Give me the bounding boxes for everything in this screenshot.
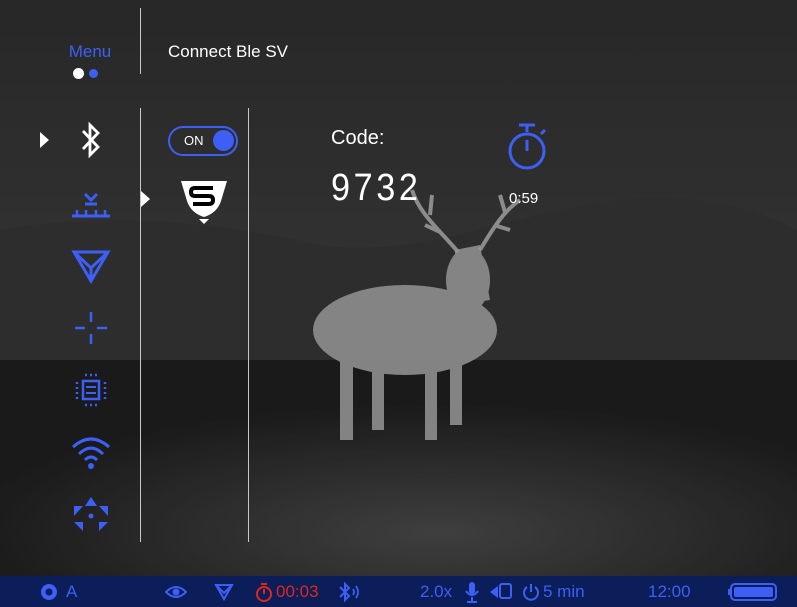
menu-item-expand[interactable] bbox=[65, 492, 117, 536]
distance-icon bbox=[72, 192, 110, 218]
microphone-status bbox=[464, 576, 480, 607]
menu-selection-arrow bbox=[40, 132, 49, 148]
column-divider-2 bbox=[248, 108, 249, 542]
column-divider-1 bbox=[140, 108, 141, 542]
page-indicator bbox=[73, 68, 113, 80]
ble-toggle[interactable]: ON bbox=[168, 126, 238, 156]
recording-timer-value: 00:03 bbox=[276, 581, 319, 601]
menu-item-wifi[interactable] bbox=[65, 430, 117, 474]
header-divider bbox=[140, 8, 141, 74]
bluetooth-status bbox=[338, 576, 362, 607]
status-bar: A 00:03 2.0x 5 min 12:00 bbox=[0, 576, 797, 607]
auto-off-value: 5 min bbox=[543, 581, 585, 601]
submenu-selection-arrow bbox=[141, 191, 150, 207]
rangefinder-triangle-icon bbox=[71, 250, 111, 284]
microphone-icon bbox=[465, 581, 479, 603]
page-dot-inactive bbox=[89, 69, 98, 78]
menu-title: Menu bbox=[68, 42, 112, 61]
pairing-timer: 0:59 bbox=[509, 190, 539, 207]
circle-mode-icon bbox=[41, 583, 57, 600]
battery-icon bbox=[728, 582, 777, 601]
triangle-icon bbox=[214, 583, 234, 601]
menu-panel: Menu Connect Ble SV ON Code: 9732 0:59 bbox=[8, 8, 789, 576]
eye-icon bbox=[165, 585, 187, 598]
bluetooth-icon bbox=[81, 121, 100, 159]
stopwatch-icon bbox=[256, 582, 272, 602]
submenu-title: Connect Ble SV bbox=[168, 42, 289, 61]
menu-item-bluetooth[interactable] bbox=[65, 118, 117, 162]
toggle-label: ON bbox=[184, 133, 204, 148]
expand-arrows-icon bbox=[74, 497, 108, 531]
camera-record-icon bbox=[490, 582, 512, 599]
view-mode bbox=[165, 576, 187, 607]
menu-item-chip[interactable] bbox=[65, 368, 117, 412]
wifi-icon bbox=[72, 437, 110, 469]
mode-indicator: A bbox=[40, 576, 77, 607]
mode-label: A bbox=[66, 581, 78, 601]
thermal-screen: Menu Connect Ble SV ON Code: 9732 0:59 A… bbox=[0, 0, 797, 607]
chip-icon bbox=[75, 373, 107, 407]
stream-vision-logo-icon bbox=[181, 181, 227, 224]
record-mode-status bbox=[489, 576, 513, 607]
toggle-knob bbox=[213, 130, 234, 151]
code-label: Code: bbox=[331, 127, 385, 149]
recording-timer: 00:03 bbox=[255, 576, 319, 607]
pairing-code: 9732 bbox=[331, 167, 422, 209]
power-icon bbox=[523, 583, 539, 601]
menu-item-reticle[interactable] bbox=[65, 306, 117, 350]
stream-vision-app-item[interactable] bbox=[173, 173, 235, 225]
stopwatch-icon bbox=[508, 123, 547, 170]
reticle-icon bbox=[75, 312, 107, 344]
page-dot-active bbox=[73, 68, 84, 79]
clock: 12:00 bbox=[648, 581, 691, 601]
menu-item-distance[interactable] bbox=[65, 180, 117, 224]
rangefinder-status bbox=[214, 576, 234, 607]
auto-off-status: 5 min bbox=[522, 576, 585, 607]
bluetooth-connected-icon bbox=[339, 581, 359, 602]
menu-item-rangefinder[interactable] bbox=[65, 244, 117, 288]
battery-status bbox=[728, 576, 778, 607]
zoom-level: 2.0x bbox=[420, 581, 453, 601]
